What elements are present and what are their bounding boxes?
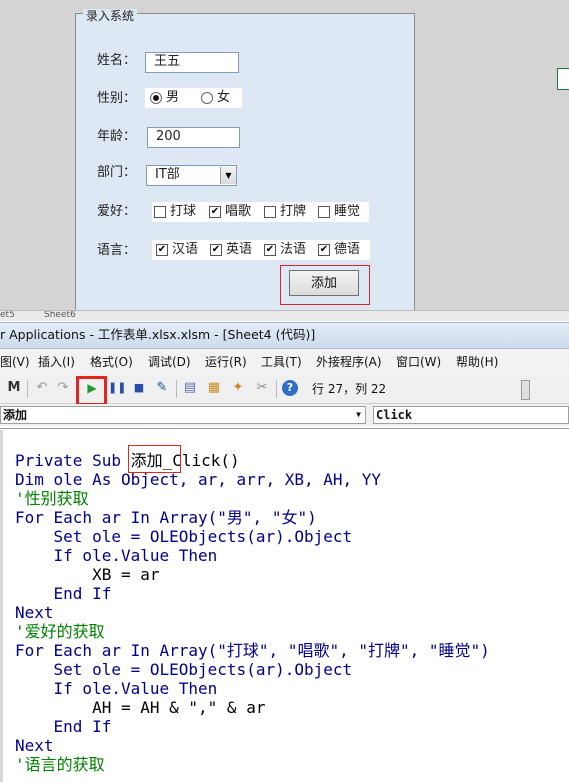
code-line: Set ole = OLEObjects(ar).Object (15, 527, 353, 546)
procedure-combo[interactable]: Click (373, 406, 569, 424)
gender-option-female[interactable]: 女 (201, 89, 230, 107)
hobby-label: 爱好： (97, 204, 137, 219)
help-icon[interactable]: ? (282, 380, 298, 396)
code-line: For Each ar In Array("男", "女") (15, 508, 317, 527)
gender-label: 性别： (97, 91, 137, 106)
checkbox-checked-icon: ✔ (318, 243, 330, 256)
checkbox-checked-icon: ✔ (209, 205, 221, 218)
code-line: If ole.Value Then (15, 679, 218, 698)
code-line: XB = ar (15, 565, 160, 584)
selected-cell[interactable] (557, 68, 569, 90)
menu-debug[interactable]: 调试(D) (148, 349, 191, 375)
hobby-checkbox-singing[interactable]: ✔ 唱歌 (209, 203, 251, 221)
object-browser-icon[interactable]: ✦ (230, 380, 246, 396)
name-label: 姓名： (97, 53, 137, 68)
radio-selected-icon (150, 91, 162, 104)
object-combo[interactable]: 添加 ▼ (0, 406, 366, 424)
language-checkbox-french[interactable]: ✔ 法语 (264, 241, 306, 259)
code-line: End If (15, 717, 112, 736)
code-line: For Each ar In Array("打球", "唱歌", "打牌", "… (15, 641, 490, 660)
toolbar-overflow[interactable] (521, 380, 530, 400)
code-line: AH = AH & "," & ar (15, 698, 266, 717)
menu-insert[interactable]: 插入(I) (38, 349, 75, 375)
sub-name-highlight (128, 445, 181, 473)
vba-menu-bar: 图(V) 插入(I) 格式(O) 调试(D) 运行(R) 工具(T) 外接程序(… (0, 349, 569, 375)
menu-run[interactable]: 运行(R) (205, 349, 247, 375)
age-input[interactable]: 200 (147, 127, 240, 148)
dept-select-value: IT部 (155, 167, 180, 182)
menu-tools[interactable]: 工具(T) (261, 349, 302, 375)
code-line: If ole.Value Then (15, 546, 218, 565)
code-line: Dim ole As Object, ar, arr, XB, AH, YY (15, 470, 382, 489)
undo-icon[interactable]: ↶ (34, 380, 50, 396)
language-checkbox-chinese[interactable]: ✔ 汉语 (156, 241, 198, 259)
code-line: Set ole = OLEObjects(ar).Object (15, 660, 353, 679)
language-checkbox-english[interactable]: ✔ 英语 (210, 241, 252, 259)
dropdown-arrow-icon[interactable]: ▼ (220, 167, 236, 184)
menu-help[interactable]: 帮助(H) (456, 349, 498, 375)
hobby-checkbox-cards[interactable]: 打牌 (264, 203, 306, 221)
code-line: End If (15, 584, 112, 603)
language-label: 语言： (97, 243, 137, 258)
checkbox-unchecked-icon (264, 205, 276, 218)
sheet-tabs: et5 Sheet6 (0, 310, 569, 321)
toolbox-icon[interactable]: ✂ (254, 380, 270, 396)
toolbar-separator (27, 380, 28, 398)
hobby-checkbox-sleeping[interactable]: 睡觉 (318, 203, 360, 221)
cursor-position: 行 27，列 22 (312, 382, 387, 396)
editor-margin (0, 430, 3, 782)
code-comment: '性别获取 (15, 489, 89, 508)
menu-view[interactable]: 图(V) (0, 349, 30, 375)
age-label: 年龄： (97, 129, 137, 144)
find-icon[interactable]: M (6, 380, 22, 396)
code-line: Next (15, 603, 54, 622)
menu-addins[interactable]: 外接程序(A) (316, 349, 382, 375)
menu-window[interactable]: 窗口(W) (396, 349, 441, 375)
language-checkbox-german[interactable]: ✔ 德语 (318, 241, 360, 259)
project-explorer-icon[interactable]: ▤ (182, 380, 198, 396)
checkbox-checked-icon: ✔ (264, 243, 276, 256)
code-comment: '语言的获取 (15, 755, 105, 774)
toolbar-separator (176, 380, 177, 398)
sheet-tab[interactable]: Sheet6 (44, 311, 76, 320)
checkbox-checked-icon: ✔ (156, 243, 168, 256)
properties-icon[interactable]: ▦ (206, 380, 222, 396)
dept-label: 部门： (97, 165, 137, 180)
redo-icon[interactable]: ↷ (55, 380, 71, 396)
add-button[interactable]: 添加 (289, 270, 359, 296)
pause-icon[interactable]: ❚❚ (108, 380, 126, 396)
design-mode-icon[interactable]: ✎ (154, 380, 170, 396)
code-combo-row: 添加 ▼ Click (0, 404, 569, 426)
run-button-highlight (76, 376, 107, 406)
checkbox-unchecked-icon (318, 205, 330, 218)
checkbox-unchecked-icon (154, 205, 166, 218)
code-comment: '爱好的获取 (15, 622, 105, 641)
toolbar-separator (276, 380, 277, 398)
sheet-tab[interactable]: et5 (0, 311, 15, 320)
hobby-checkbox-basketball[interactable]: 打球 (154, 203, 196, 221)
radio-empty-icon (201, 91, 213, 104)
vba-window-title: r Applications - 工作表单.xlsx.xlsm - [Sheet… (0, 322, 569, 349)
dropdown-arrow-icon: ▼ (356, 410, 361, 419)
name-input[interactable]: 王五 (145, 52, 239, 73)
gender-option-male[interactable]: 男 (150, 89, 179, 107)
reset-icon[interactable]: ■ (131, 380, 147, 396)
code-line: Next (15, 736, 54, 755)
form-legend: 录入系统 (83, 9, 138, 23)
checkbox-checked-icon: ✔ (210, 243, 222, 256)
menu-format[interactable]: 格式(O) (90, 349, 133, 375)
